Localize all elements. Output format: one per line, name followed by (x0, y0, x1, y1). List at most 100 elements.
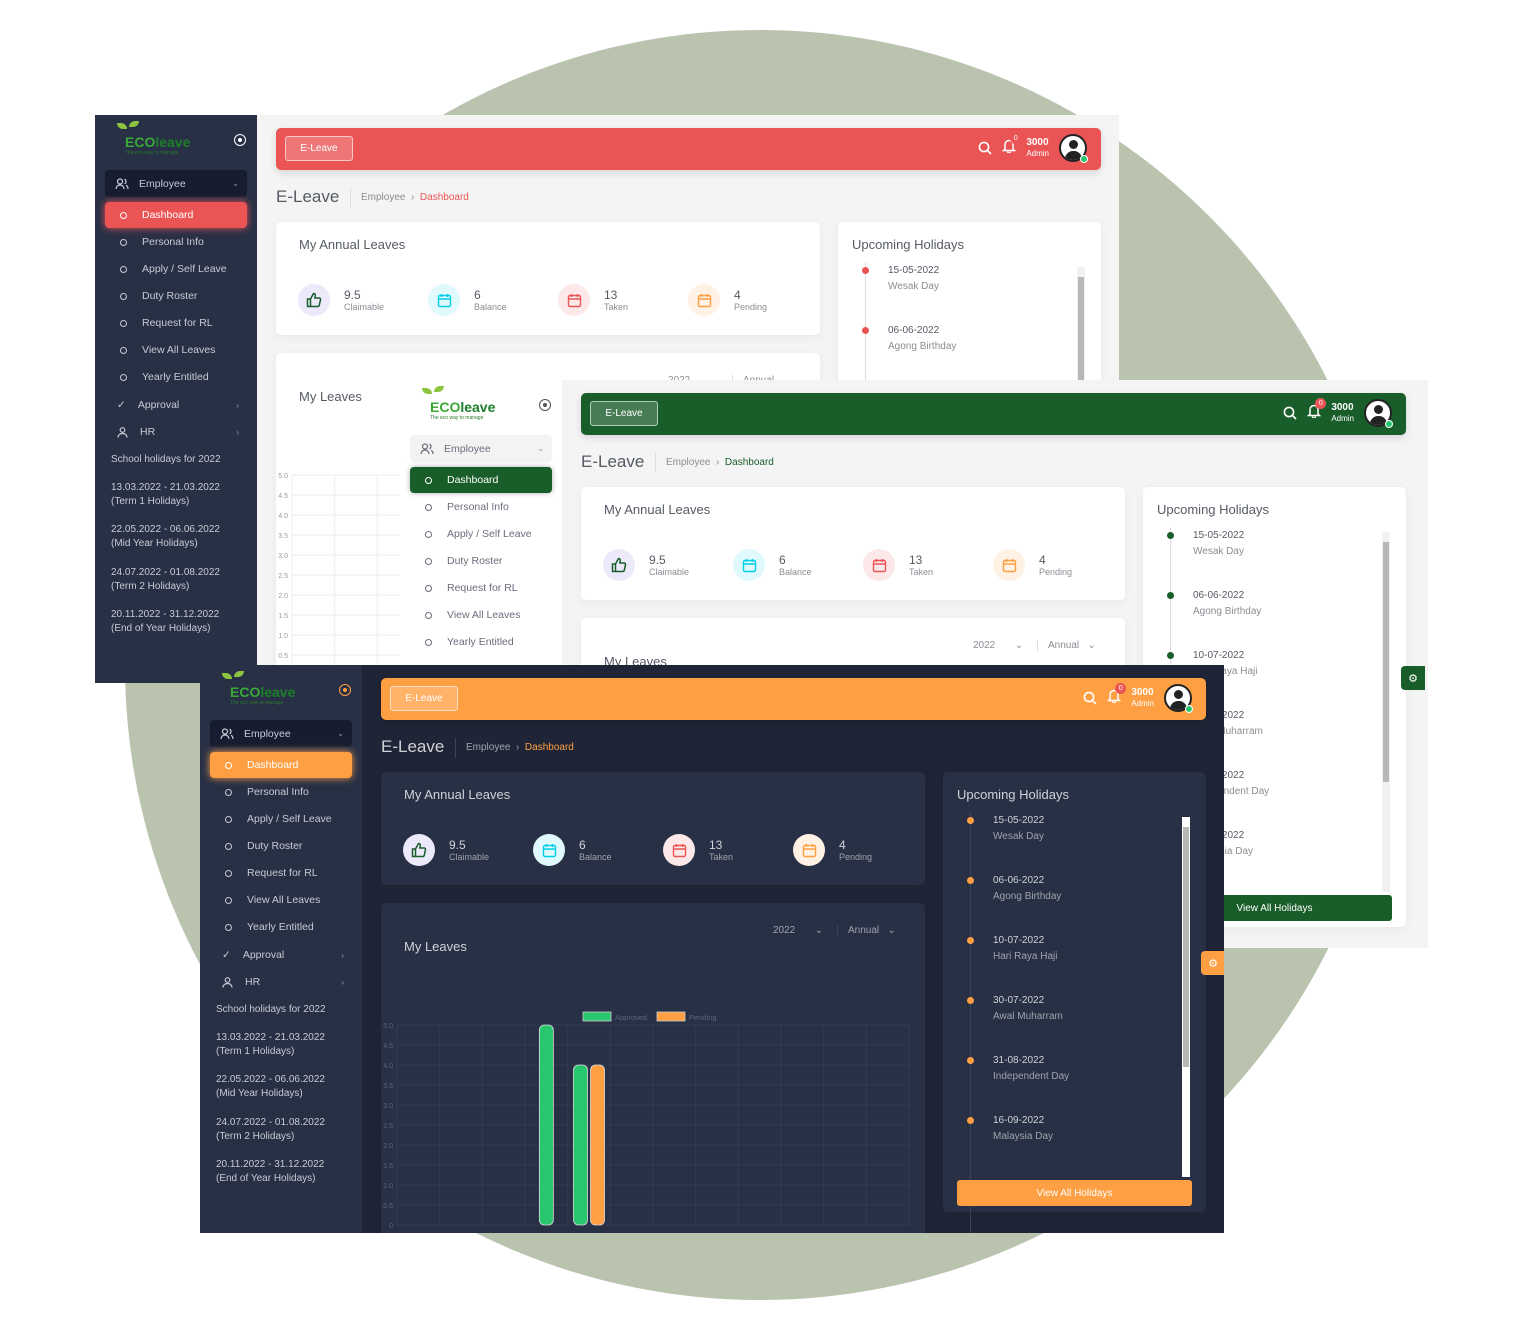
sidebar-item-dashboard[interactable]: Dashboard (105, 202, 247, 228)
sidebar-item-personal-info[interactable]: Personal Info (410, 497, 552, 517)
sidebar-group-employee[interactable]: Employee ⌄ (210, 720, 352, 747)
breadcrumb-employee[interactable]: Employee (666, 457, 710, 468)
view-all-holidays-button[interactable]: View All Holidays (957, 1180, 1192, 1206)
sidebar-item-request-rl[interactable]: Request for RL (410, 578, 552, 598)
sidebar-item-apply-leave[interactable]: Apply / Self Leave (410, 524, 552, 544)
ecoleave-logo[interactable]: ECOleave The eco way to manage (220, 671, 295, 707)
sidebar-item-yearly-entitled[interactable]: Yearly Entitled (105, 367, 247, 387)
sidebar-item-personal-info[interactable]: Personal Info (210, 782, 352, 802)
ecoleave-logo[interactable]: ECOleave The eco way to manage (420, 386, 495, 422)
notifications-button[interactable]: 0 (1107, 683, 1127, 708)
search-icon[interactable] (1283, 406, 1297, 420)
sidebar-item-yearly-entitled[interactable]: Yearly Entitled (410, 632, 552, 652)
sidebar-toggle-icon[interactable] (234, 134, 246, 146)
sidebar-item-view-all-leaves[interactable]: View All Leaves (105, 340, 247, 360)
chevron-right-icon: › (236, 400, 239, 410)
sidebar-item-hr[interactable]: HR › (105, 422, 247, 442)
sidebar-item-personal-info[interactable]: Personal Info (105, 232, 247, 252)
ecoleave-logo[interactable]: ECOleave The eco way to manage (115, 121, 190, 157)
calendar-icon (733, 549, 765, 581)
holiday-name: Independent Day (993, 1071, 1070, 1082)
stat-balance: 6 Balance (428, 284, 507, 316)
sidebar-toggle-icon[interactable] (339, 684, 351, 696)
sidebar-item-label: Personal Info (447, 501, 509, 513)
user-info[interactable]: 3000 Admin (1131, 687, 1154, 709)
breadcrumb-employee[interactable]: Employee (466, 742, 510, 753)
scrollbar[interactable] (1182, 817, 1190, 1177)
holiday-item: 06-06-2022 Agong Birthday (1167, 590, 1261, 617)
sidebar-item-label: Duty Roster (142, 290, 198, 302)
settings-gear-button[interactable]: ⚙ (1401, 666, 1425, 690)
sidebar-item-label: Duty Roster (247, 840, 303, 852)
annual-leaves-card: My Annual Leaves 9.5 Claimable 6 Balance 13 T… (381, 772, 925, 885)
stat-value: 4 (839, 837, 846, 852)
sidebar-item-approval[interactable]: ✓ Approval › (105, 395, 247, 415)
notifications-button[interactable]: 0 (1002, 133, 1022, 158)
holiday-name: Malaysia Day (993, 1131, 1054, 1142)
breadcrumb-employee[interactable]: Employee (361, 192, 405, 203)
sidebar-item-apply-leave[interactable]: Apply / Self Leave (210, 809, 352, 829)
sidebar-item-duty-roster[interactable]: Duty Roster (410, 551, 552, 571)
calendar-icon (533, 834, 565, 866)
user-info[interactable]: 3000 Admin (1331, 402, 1354, 424)
stat-label: Claimable (344, 301, 385, 312)
timeline-dot (967, 817, 974, 824)
search-icon[interactable] (1083, 691, 1097, 705)
top-header: E-Leave 0 3000 Admin (381, 678, 1206, 720)
bar-pending-may (590, 1064, 605, 1226)
users-icon (220, 727, 234, 739)
timeline-dot (862, 267, 869, 274)
y-tick-label: 1.0 (278, 633, 288, 640)
sidebar-item-view-all-leaves[interactable]: View All Leaves (210, 890, 352, 910)
sidebar-toggle-icon[interactable] (539, 399, 551, 411)
dashboard-dark-orange-theme: ECOleave The eco way to manage Employee ⌄… (200, 665, 1224, 1233)
eleave-button[interactable]: E-Leave (285, 136, 353, 161)
notifications-button[interactable]: 0 (1307, 398, 1327, 423)
online-status-dot (1080, 155, 1088, 163)
top-header: E-Leave 0 3000 Admin (276, 128, 1101, 170)
sidebar-item-label: View All Leaves (447, 609, 521, 621)
stat-claimable: 9.5 Claimable (403, 834, 489, 866)
stat-claimable: 9.5 Claimable (298, 284, 384, 316)
holiday-date: 15-05-2022 (993, 815, 1045, 826)
chevron-right-icon: › (341, 950, 344, 960)
circle-icon (425, 503, 432, 511)
sidebar-item-dashboard[interactable]: Dashboard (210, 752, 352, 778)
eleave-button[interactable]: E-Leave (590, 401, 658, 426)
sidebar-item-view-all-leaves[interactable]: View All Leaves (410, 605, 552, 625)
thumbs-up-icon (603, 549, 635, 581)
y-tick-label: 0 (389, 1223, 393, 1230)
eleave-button[interactable]: E-Leave (390, 686, 458, 711)
holiday-item: 06-06-2022 Agong Birthday (967, 875, 1061, 902)
school-holidays-title: School holidays for 2022 (216, 1004, 326, 1015)
sidebar-item-duty-roster[interactable]: Duty Roster (105, 286, 247, 306)
holiday-date: 06-06-2022 (993, 875, 1045, 886)
sidebar-group-employee[interactable]: Employee ⌄ (105, 170, 247, 197)
thumbs-up-icon (298, 284, 330, 316)
sidebar-item-approval[interactable]: ✓ Approval › (210, 945, 352, 965)
avatar[interactable] (1059, 134, 1088, 163)
avatar[interactable] (1364, 399, 1393, 428)
sidebar-item-apply-leave[interactable]: Apply / Self Leave (105, 259, 247, 279)
sidebar-item-hr[interactable]: HR › (210, 972, 352, 992)
sidebar-item-request-rl[interactable]: Request for RL (105, 313, 247, 333)
sidebar-item-yearly-entitled[interactable]: Yearly Entitled (210, 917, 352, 937)
y-tick-label: 3.0 (278, 553, 288, 560)
sidebar-item-duty-roster[interactable]: Duty Roster (210, 836, 352, 856)
avatar[interactable] (1164, 684, 1193, 713)
search-icon[interactable] (978, 141, 992, 155)
user-info[interactable]: 3000 Admin (1026, 137, 1049, 159)
sidebar-item-dashboard[interactable]: Dashboard (410, 467, 552, 493)
sidebar-item-label: Request for RL (142, 317, 213, 329)
scrollbar[interactable] (1382, 532, 1390, 892)
sidebar-item-label: Approval (242, 949, 285, 961)
stat-value: 13 (604, 287, 618, 302)
card-title: My Annual Leaves (299, 237, 406, 252)
circle-icon (425, 557, 432, 565)
sidebar-group-employee[interactable]: Employee ⌄ (410, 435, 552, 462)
sidebar-item-request-rl[interactable]: Request for RL (210, 863, 352, 883)
users-icon (115, 177, 129, 189)
notification-count: 0 (1010, 133, 1022, 144)
settings-gear-button[interactable]: ⚙ (1201, 951, 1224, 975)
sidebar-item-label: Dashboard (247, 759, 299, 771)
